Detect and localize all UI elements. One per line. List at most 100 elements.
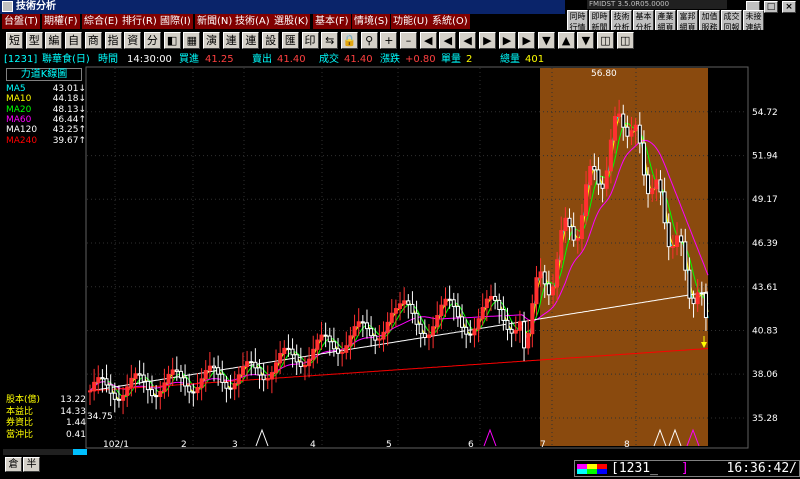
toolbar-button-2[interactable]: 編	[45, 32, 63, 49]
menu-item-11[interactable]: 系統(O)	[430, 14, 471, 29]
candle-body	[493, 295, 498, 301]
toolbar-button-25[interactable]: ▶	[498, 32, 516, 49]
menu-item-3[interactable]: 排行(R)	[120, 14, 160, 29]
toolbar-button-13[interactable]: 設	[262, 32, 280, 49]
candle-body	[154, 395, 159, 398]
toolbar-button-5[interactable]: 指	[104, 32, 122, 49]
toolbar-button-30[interactable]: ◫	[597, 32, 614, 49]
clock: 16:36:42/	[726, 461, 797, 476]
toolbar-button-16[interactable]: ⇆	[321, 32, 339, 49]
toolbar-button-10[interactable]: 演	[203, 32, 220, 49]
volume-strip-accent	[73, 449, 87, 455]
tab-position[interactable]: 倉	[5, 457, 22, 472]
toolbar-button-31[interactable]: ◫	[616, 32, 634, 49]
toolbar-button-24[interactable]: ▶	[478, 32, 496, 49]
candle-body	[183, 377, 188, 387]
toolbar-button-4[interactable]: 商	[84, 32, 102, 49]
toolbar-button-18[interactable]: ⚲	[360, 32, 378, 49]
menu-item-2[interactable]: 綜合(E)	[82, 14, 122, 29]
candle-body	[282, 347, 287, 355]
menu-item-10[interactable]: 功能(U)	[391, 14, 432, 29]
toolbar-button-3[interactable]: 自	[65, 32, 83, 49]
menu-item-8[interactable]: 基本(F)	[313, 14, 352, 29]
quote-info-line: [1231] 聯華食(日) 時間 14:30:00 買進 41.25 賣出 41…	[0, 53, 800, 66]
toolbar-button-11[interactable]: 連	[222, 32, 240, 49]
total-volume-label: 總量	[500, 54, 520, 65]
toolbar-button-17[interactable]: 🔒	[340, 32, 358, 49]
menu-item-1[interactable]: 期權(F)	[42, 14, 81, 29]
candle-body	[559, 230, 564, 261]
toolbar-button-28[interactable]: ▲	[557, 32, 575, 49]
toolbar-button-12[interactable]: 連	[242, 32, 260, 49]
candle-body	[617, 113, 622, 118]
candle-body	[476, 318, 481, 330]
toolbar-button-21[interactable]: ◀	[419, 32, 437, 49]
candle-body	[274, 362, 279, 374]
candle-body	[360, 321, 365, 324]
toolbar-button-0[interactable]: 短	[6, 32, 23, 49]
toolbar-button-7[interactable]: 分	[143, 32, 161, 49]
toolbar-button-22[interactable]: ◀	[439, 32, 457, 49]
menu-item-7[interactable]: 選股(K)	[272, 14, 312, 29]
candle-body	[298, 361, 303, 367]
candle-body	[418, 323, 423, 334]
candle-body	[323, 334, 328, 337]
candle-body	[311, 348, 316, 360]
candle-body	[625, 126, 630, 137]
candle-body	[679, 235, 684, 243]
y-tick-7: 35.28	[752, 414, 778, 424]
toolbar-button-1[interactable]: 型	[25, 32, 43, 49]
toolbar-button-19[interactable]: +	[380, 32, 398, 49]
candle-body	[220, 373, 225, 383]
menu-item-6[interactable]: 技術(A)	[233, 14, 273, 29]
menu-item-5[interactable]: 新聞(N)	[195, 14, 236, 29]
candle-body	[257, 367, 262, 376]
candle-body	[567, 217, 572, 228]
toolbar-button-29[interactable]: ▼	[577, 32, 595, 49]
toolbar-button-20[interactable]: –	[400, 32, 417, 49]
candle-body	[327, 335, 332, 343]
candle-body	[534, 277, 539, 305]
menu-item-0[interactable]: 台盤(T)	[2, 14, 41, 29]
toolbar-button-8[interactable]: ◧	[163, 32, 181, 49]
x-tick-3: 4	[310, 440, 316, 449]
ma-legend-ma10: MA10 44.18↓	[6, 94, 86, 105]
toolbar-button-26[interactable]: ▶	[518, 32, 536, 49]
candle-body	[145, 380, 150, 391]
toolbar-button-27[interactable]: ▼	[537, 32, 555, 49]
x-tick-4: 5	[386, 440, 392, 449]
maximize-button[interactable]: □	[764, 1, 778, 13]
candle-body	[125, 386, 130, 396]
code-input[interactable]: [1231_	[611, 461, 658, 477]
toolbar-button-9[interactable]: ▦	[183, 32, 201, 49]
tab-half[interactable]: 半	[23, 457, 40, 472]
unit-volume-label: 單量	[441, 54, 461, 65]
ma-legend-ma120: MA120 43.25↑	[6, 125, 86, 136]
candle-body	[96, 377, 101, 383]
candle-body	[174, 369, 179, 372]
ma-legend-ma60: MA60 46.44↑	[6, 114, 86, 125]
candle-body	[307, 358, 312, 367]
menu-item-4[interactable]: 國際(I)	[158, 14, 194, 29]
toolbar-button-15[interactable]: 印	[301, 32, 319, 49]
candle-body	[604, 170, 609, 189]
menu-item-9[interactable]: 情境(S)	[352, 14, 392, 29]
x-tick-0: 102/1	[103, 440, 129, 449]
toolbar-button-6[interactable]: 資	[124, 32, 142, 49]
candle-body	[162, 382, 167, 392]
chart-type-label[interactable]: 力道K線圖	[6, 68, 82, 81]
volume-strip	[3, 449, 73, 455]
candle-body	[356, 321, 361, 328]
candle-body	[187, 385, 192, 393]
candle-body	[488, 295, 493, 300]
candle-body	[381, 331, 386, 340]
close-button[interactable]: ×	[782, 1, 796, 13]
candle-body	[207, 365, 212, 371]
candle-body	[468, 333, 473, 336]
toolbar-button-14[interactable]: 匯	[281, 32, 299, 49]
deal-value: 41.40	[344, 54, 373, 65]
candlestick-chart[interactable]: 54.72 51.94 49.17 46.39 43.61 40.83 38.06 35.28…	[0, 66, 800, 449]
toolbar-button-23[interactable]: ◀	[459, 32, 477, 49]
x-tick-2: 3	[232, 440, 238, 449]
candle-body	[133, 373, 138, 379]
